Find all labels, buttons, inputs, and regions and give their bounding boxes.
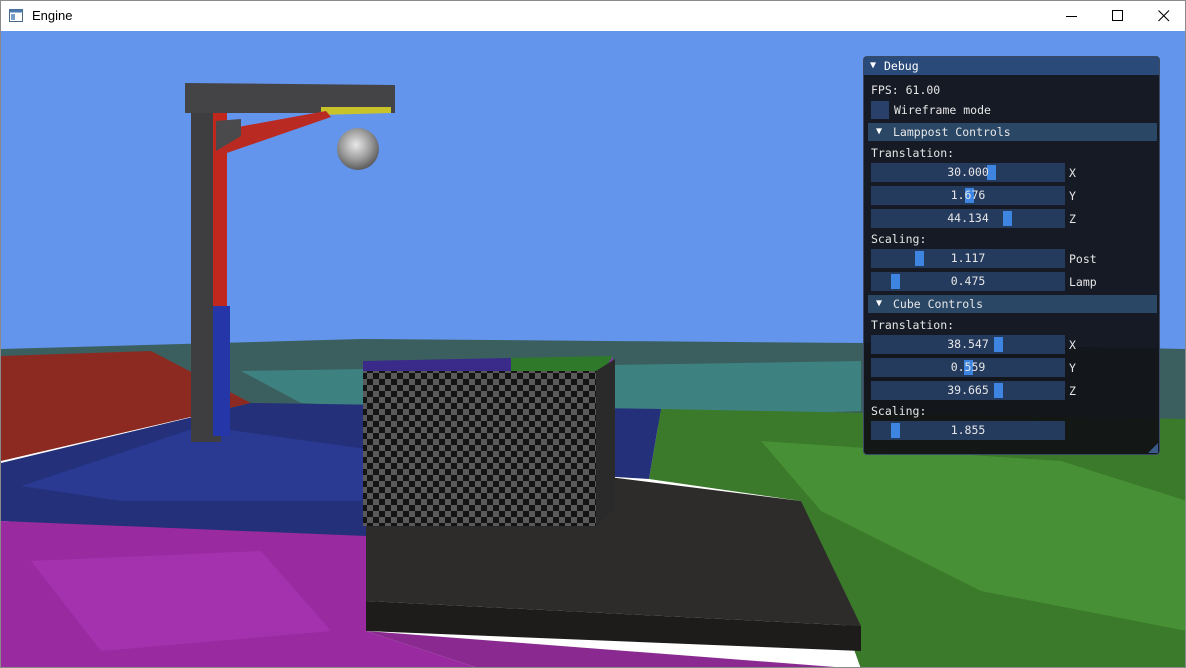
debug-title: Debug: [884, 59, 919, 73]
lamp-scale-label: Lamp: [1069, 275, 1097, 289]
lamppost-translation-x-slider[interactable]: 30.000: [871, 163, 1065, 182]
lamppost-controls-header[interactable]: ▼ Lamppost Controls: [868, 123, 1157, 141]
fps-text: FPS: 61.00: [871, 83, 941, 97]
post-scale-label: Post: [1069, 252, 1097, 266]
close-button[interactable]: [1141, 1, 1185, 31]
axis-label-y: Y: [1069, 361, 1076, 375]
minimize-icon: [1066, 16, 1077, 17]
collapse-arrow-icon: ▼: [876, 126, 883, 137]
axis-label-y: Y: [1069, 189, 1076, 203]
cube-translation-y-slider[interactable]: 0.559: [871, 358, 1065, 377]
lamppost-header-label: Lamppost Controls: [893, 125, 1011, 139]
cube-controls-header[interactable]: ▼ Cube Controls: [868, 295, 1157, 313]
minimize-button[interactable]: [1049, 1, 1095, 31]
render-viewport[interactable]: ▼ Debug FPS: 61.00 Wireframe mode ▼ Lamp…: [1, 31, 1185, 667]
cube-scaling-label: Scaling:: [871, 404, 927, 418]
maximize-icon: [1112, 10, 1123, 21]
close-icon: [1158, 10, 1170, 22]
collapse-arrow-icon[interactable]: ▼: [870, 60, 876, 71]
axis-label-x: X: [1069, 166, 1076, 180]
cube-scale-slider[interactable]: 1.855: [871, 421, 1065, 440]
axis-label-z: Z: [1069, 212, 1076, 226]
lamppost-translation-z-slider[interactable]: 44.134: [871, 209, 1065, 228]
wireframe-checkbox[interactable]: [871, 101, 889, 119]
debug-panel[interactable]: ▼ Debug FPS: 61.00 Wireframe mode ▼ Lamp…: [863, 56, 1160, 455]
title-bar[interactable]: Engine: [1, 1, 1185, 31]
axis-label-z: Z: [1069, 384, 1076, 398]
collapse-arrow-icon: ▼: [876, 298, 883, 309]
app-icon: [9, 9, 23, 22]
lamppost-translation-y-slider[interactable]: 1.676: [871, 186, 1065, 205]
cube-translation-z-slider[interactable]: 39.665: [871, 381, 1065, 400]
lamppost-lamp-scale-slider[interactable]: 0.475: [871, 272, 1065, 291]
debug-title-bar[interactable]: ▼ Debug: [864, 57, 1159, 75]
lamppost-translation-label: Translation:: [871, 146, 955, 160]
resize-grip[interactable]: [1148, 443, 1158, 453]
lamppost-post-scale-slider[interactable]: 1.117: [871, 249, 1065, 268]
cube-header-label: Cube Controls: [893, 297, 984, 311]
wireframe-label: Wireframe mode: [894, 103, 991, 117]
window-title: Engine: [32, 8, 73, 23]
axis-label-x: X: [1069, 338, 1076, 352]
cube-translation-label: Translation:: [871, 318, 955, 332]
application-window: Engine ▼ Debug FPS: 61.00 Wireframe mode…: [0, 0, 1186, 668]
lamppost-scaling-label: Scaling:: [871, 232, 927, 246]
cube-translation-x-slider[interactable]: 38.547: [871, 335, 1065, 354]
maximize-button[interactable]: [1095, 1, 1141, 31]
